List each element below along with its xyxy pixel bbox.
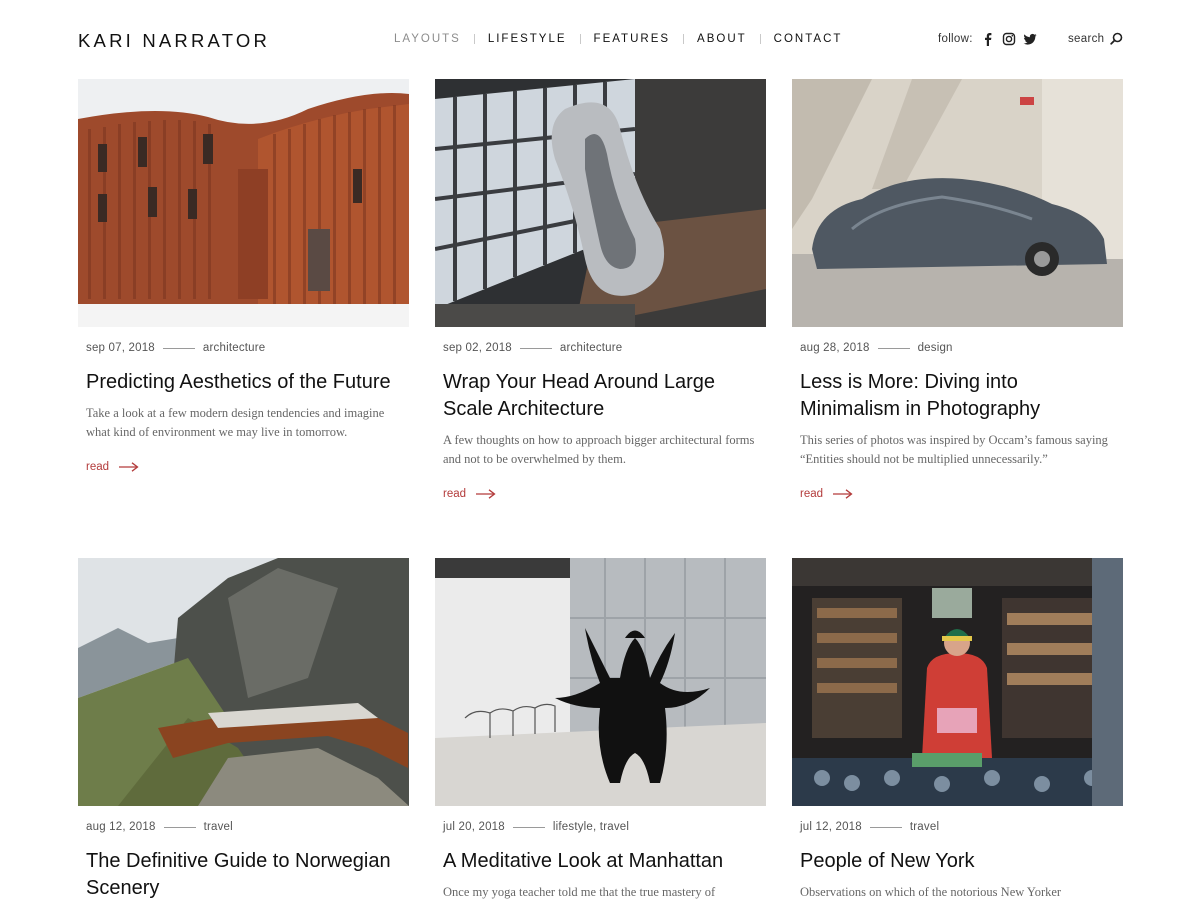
post-card: sep 02, 2018 architecture Wrap Your Head…	[435, 79, 766, 500]
post-meta: aug 28, 2018 design	[800, 342, 1123, 354]
meta-divider	[869, 826, 902, 828]
post-title[interactable]: Less is More: Diving into Minimalism in …	[800, 369, 1118, 423]
read-label: read	[800, 488, 824, 500]
read-label: read	[443, 488, 467, 500]
read-more-link[interactable]: read	[86, 461, 409, 473]
meta-divider	[162, 347, 195, 349]
post-image-twisted-metal-sculpture[interactable]	[435, 79, 766, 327]
post-category[interactable]: design	[918, 342, 953, 354]
post-date: aug 28, 2018	[800, 342, 870, 354]
post-card: sep 07, 2018 architecture Predicting Aes…	[78, 79, 409, 473]
post-image-mountain-viewpoint[interactable]	[78, 558, 409, 806]
search-icon	[1110, 32, 1123, 45]
post-card: aug 28, 2018 design Less is More: Diving…	[792, 79, 1123, 500]
nav-divider	[473, 34, 475, 44]
post-image-red-wooden-building[interactable]	[78, 79, 409, 327]
facebook-icon[interactable]	[981, 32, 995, 46]
post-card: jul 12, 2018 travel People of New York O…	[792, 558, 1123, 900]
arrow-right-icon	[476, 489, 496, 499]
arrow-right-icon	[833, 489, 853, 499]
post-title[interactable]: People of New York	[800, 848, 1118, 875]
post-date: sep 02, 2018	[443, 342, 512, 354]
post-category[interactable]: travel	[204, 821, 233, 833]
meta-divider	[163, 826, 196, 828]
main-nav: LAYOUTS LIFESTYLE FEATURES ABOUT CONTACT	[394, 33, 842, 45]
site-header: KARI NARRATOR LAYOUTS LIFESTYLE FEATURES…	[0, 0, 1200, 80]
post-image-black-sculpture[interactable]	[435, 558, 766, 806]
post-title[interactable]: A Meditative Look at Manhattan	[443, 848, 761, 875]
instagram-icon[interactable]	[1002, 32, 1016, 46]
post-category[interactable]: lifestyle, travel	[553, 821, 629, 833]
post-title[interactable]: Wrap Your Head Around Large Scale Archit…	[443, 369, 761, 423]
read-more-link[interactable]: read	[800, 488, 1123, 500]
search-toggle[interactable]: search	[1068, 32, 1123, 45]
nav-item-lifestyle[interactable]: LIFESTYLE	[488, 33, 567, 45]
post-title[interactable]: The Definitive Guide to Norwegian Scener…	[86, 848, 404, 900]
post-date: jul 12, 2018	[800, 821, 862, 833]
nav-item-about[interactable]: ABOUT	[697, 33, 747, 45]
nav-divider	[683, 34, 685, 44]
post-date: jul 20, 2018	[443, 821, 505, 833]
post-title[interactable]: Predicting Aesthetics of the Future	[86, 369, 404, 396]
search-label: search	[1068, 32, 1105, 45]
post-date: sep 07, 2018	[86, 342, 155, 354]
post-meta: jul 20, 2018 lifestyle, travel	[443, 821, 766, 833]
meta-divider	[512, 826, 545, 828]
post-excerpt: A few thoughts on how to approach bigger…	[443, 433, 755, 466]
post-date: aug 12, 2018	[86, 821, 156, 833]
twitter-icon[interactable]	[1023, 32, 1037, 46]
nav-divider	[759, 34, 761, 44]
post-meta: sep 07, 2018 architecture	[86, 342, 409, 354]
post-category[interactable]: travel	[910, 821, 939, 833]
post-excerpt: Take a look at a few modern design tende…	[86, 406, 385, 439]
arrow-right-icon	[119, 462, 139, 472]
post-meta: jul 12, 2018 travel	[800, 821, 1123, 833]
follow-label: follow:	[938, 33, 973, 45]
site-logo[interactable]: KARI NARRATOR	[78, 30, 270, 52]
nav-item-contact[interactable]: CONTACT	[774, 33, 843, 45]
read-label: read	[86, 461, 110, 473]
nav-divider	[579, 34, 581, 44]
nav-item-layouts[interactable]: LAYOUTS	[394, 33, 461, 45]
post-card: jul 20, 2018 lifestyle, travel A Meditat…	[435, 558, 766, 900]
post-category[interactable]: architecture	[203, 342, 265, 354]
post-image-covered-car[interactable]	[792, 79, 1123, 327]
meta-divider	[519, 347, 552, 349]
follow-links: follow:	[938, 32, 1044, 46]
post-excerpt: This series of photos was inspired by Oc…	[800, 433, 1108, 466]
post-excerpt: Observations on which of the notorious N…	[800, 885, 1062, 899]
post-image-bookshop-reader[interactable]	[792, 558, 1123, 806]
meta-divider	[877, 347, 910, 349]
post-excerpt: Once my yoga teacher told me that the tr…	[443, 885, 716, 899]
post-card: aug 12, 2018 travel The Definitive Guide…	[78, 558, 409, 900]
post-meta: aug 12, 2018 travel	[86, 821, 409, 833]
nav-item-features[interactable]: FEATURES	[594, 33, 671, 45]
post-meta: sep 02, 2018 architecture	[443, 342, 766, 354]
read-more-link[interactable]: read	[443, 488, 766, 500]
post-category[interactable]: architecture	[560, 342, 622, 354]
